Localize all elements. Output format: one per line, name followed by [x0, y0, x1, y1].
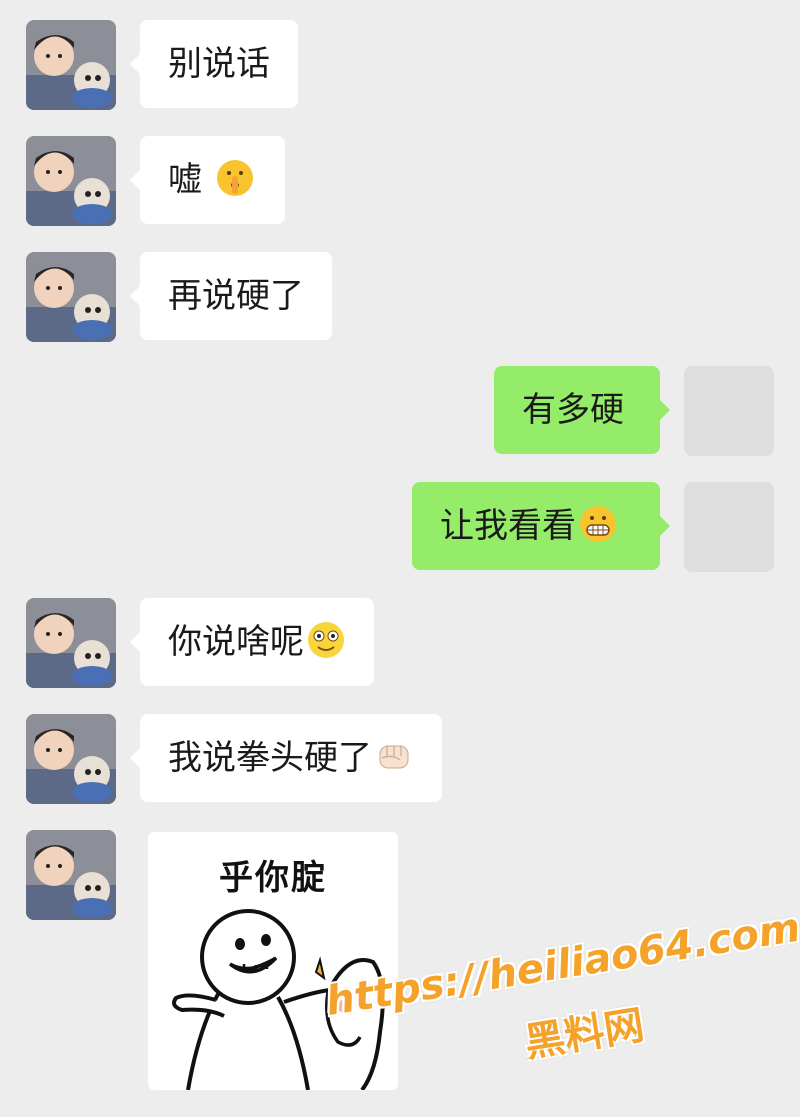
- avatar[interactable]: [26, 20, 116, 110]
- message-text: 再说硬了: [168, 276, 304, 316]
- avatar[interactable]: [26, 714, 116, 804]
- incoming-message-bubble[interactable]: 我说拳头硬了: [130, 714, 442, 802]
- smiley-face-icon: [308, 621, 344, 658]
- message-text: 别说话: [168, 44, 270, 84]
- grimacing-face-icon: [580, 505, 616, 542]
- incoming-message-bubble[interactable]: 嘘: [130, 136, 285, 224]
- outgoing-message-bubble[interactable]: 让我看看: [412, 482, 670, 570]
- watermark-site-name: 黑料网: [521, 1002, 648, 1067]
- contact-avatar-photo: [26, 598, 116, 688]
- incoming-message-bubble[interactable]: 再说硬了: [130, 252, 332, 340]
- contact-avatar-photo: [26, 136, 116, 226]
- sticker-image[interactable]: 乎你腚: [148, 832, 398, 1090]
- message-text: 嘘: [168, 160, 202, 200]
- contact-avatar-photo: [26, 20, 116, 110]
- message-text: 有多硬: [522, 390, 624, 430]
- contact-avatar-photo: [26, 830, 116, 920]
- my-avatar[interactable]: [684, 366, 774, 456]
- outgoing-message-bubble[interactable]: 有多硬: [494, 366, 670, 454]
- contact-avatar-photo: [26, 714, 116, 804]
- incoming-message-bubble[interactable]: 你说啥呢: [130, 598, 374, 686]
- avatar[interactable]: [26, 252, 116, 342]
- avatar[interactable]: [26, 598, 116, 688]
- message-text: 让我看看: [440, 506, 576, 546]
- shushing-face-icon: [216, 159, 253, 196]
- avatar[interactable]: [26, 136, 116, 226]
- avatar[interactable]: [26, 830, 116, 920]
- contact-avatar-photo: [26, 252, 116, 342]
- my-avatar[interactable]: [684, 482, 774, 572]
- fist-icon: [379, 745, 409, 768]
- message-text: 你说啥呢: [168, 622, 304, 662]
- incoming-message-bubble[interactable]: 别说话: [130, 20, 298, 108]
- stick-figure-drawing: [172, 909, 385, 1090]
- message-text: 我说拳头硬了: [168, 738, 372, 778]
